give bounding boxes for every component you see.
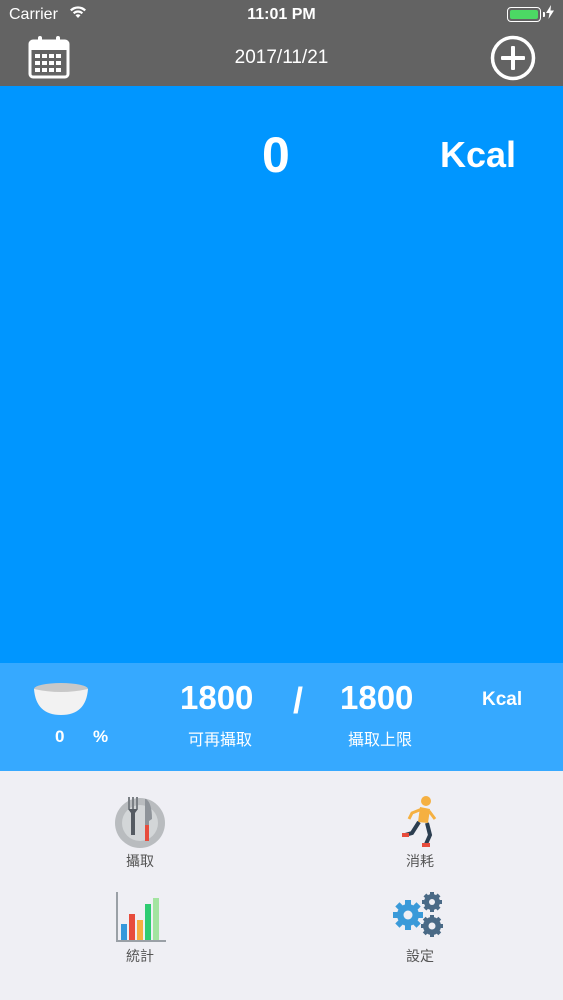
menu-intake-button[interactable]: 攝取 bbox=[80, 795, 200, 871]
limit-kcal-value: 1800 bbox=[340, 679, 414, 716]
battery-icon bbox=[507, 7, 545, 22]
status-bar: Carrier 11:01 PM bbox=[0, 0, 563, 30]
add-entry-button[interactable] bbox=[490, 35, 536, 81]
bowl-icon bbox=[34, 683, 88, 715]
calorie-main-panel: 0 Kcal bbox=[0, 86, 563, 663]
menu-burn-button[interactable]: 消耗 bbox=[360, 795, 480, 871]
nav-bar: 2017/11/21 bbox=[0, 30, 563, 86]
intake-percent-value: 0 bbox=[55, 727, 65, 746]
calorie-summary-bar: 0 % 1800 可再攝取 / 1800 攝取上限 Kcal bbox=[0, 663, 563, 771]
gears-icon bbox=[393, 892, 443, 937]
menu-settings-button[interactable]: 設定 bbox=[360, 890, 480, 966]
menu-stats-button[interactable]: 統計 bbox=[80, 890, 200, 966]
remaining-kcal-value: 1800 bbox=[180, 679, 254, 716]
status-time: 11:01 PM bbox=[247, 6, 316, 23]
menu-stats-label: 統計 bbox=[126, 948, 154, 964]
runner-icon bbox=[402, 796, 437, 847]
limit-kcal-label: 攝取上限 bbox=[348, 732, 413, 749]
summary-kcal-unit: Kcal bbox=[482, 689, 523, 710]
separator: / bbox=[293, 680, 304, 721]
menu-intake-label: 攝取 bbox=[126, 853, 154, 869]
menu-burn-label: 消耗 bbox=[406, 853, 434, 869]
add-circle-icon bbox=[490, 35, 536, 81]
intake-percent-unit: % bbox=[93, 727, 109, 746]
charging-bolt-icon bbox=[546, 5, 554, 24]
remaining-kcal-label: 可再攝取 bbox=[188, 732, 253, 749]
selected-date[interactable]: 2017/11/21 bbox=[0, 47, 563, 69]
consumed-kcal-value: 0 bbox=[262, 127, 290, 183]
bar-chart-icon bbox=[116, 892, 166, 942]
menu-settings-label: 設定 bbox=[406, 948, 434, 964]
consumed-kcal-unit: Kcal bbox=[440, 134, 517, 175]
plate-cutlery-icon bbox=[115, 797, 165, 848]
